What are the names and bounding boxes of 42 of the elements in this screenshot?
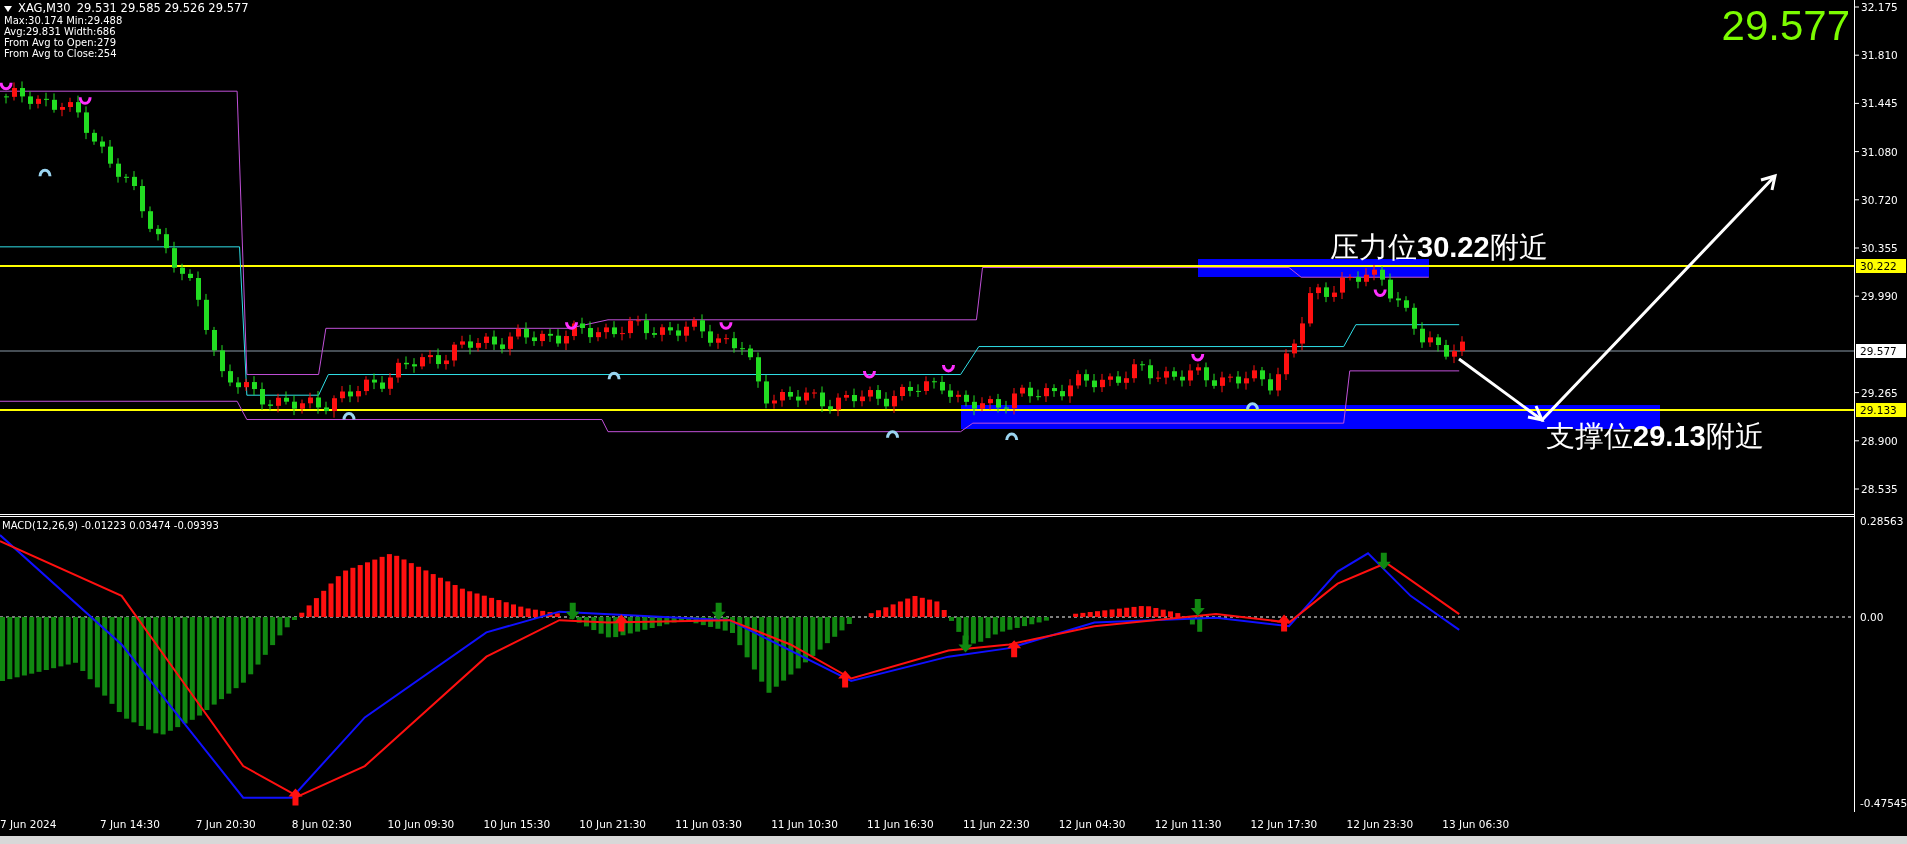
time-label: 11 Jun 22:30 (961, 817, 1031, 832)
macd-tick-label: 0.00 (1860, 611, 1884, 623)
price-marker: 29.133 (1856, 403, 1906, 417)
time-label: 7 Jun 14:30 (98, 817, 161, 832)
support-annotation: 支撑位29.13附近 (1546, 418, 1764, 455)
current-price: 29.577 (1721, 2, 1850, 50)
price-tick-label: 29.990 (1861, 290, 1898, 303)
resistance-annotation: 压力位30.22附近 (1330, 229, 1548, 266)
price-tick-label: 30.355 (1861, 242, 1898, 254)
macd-tick-label: 0.28563 (1860, 517, 1904, 527)
symbol-label: XAG,M30 (18, 2, 71, 15)
time-label: 7 Jun 2024 (0, 817, 58, 832)
stats-line: Avg:29.831 Width:686 (4, 26, 117, 37)
time-label: 10 Jun 09:30 (386, 817, 456, 832)
time-label: 12 Jun 23:30 (1345, 817, 1415, 832)
time-label: 12 Jun 17:30 (1249, 817, 1319, 832)
ohlc-quote: 29.531 29.585 29.526 29.577 (76, 2, 249, 15)
price-marker: 29.577 (1856, 344, 1906, 358)
time-label: 11 Jun 03:30 (674, 817, 743, 832)
stats-line: Max:30.174 Min:29.488 (4, 15, 124, 26)
time-label: 7 Jun 20:30 (194, 817, 257, 832)
time-label: 11 Jun 16:30 (866, 817, 935, 832)
time-label: 10 Jun 21:30 (578, 817, 648, 832)
time-label: 12 Jun 04:30 (1057, 817, 1127, 832)
stats-line: From Avg to Close:254 (4, 48, 118, 59)
price-marker: 30.222 (1856, 259, 1906, 273)
time-label: 8 Jun 02:30 (290, 817, 353, 832)
time-label: 10 Jun 15:30 (482, 817, 552, 832)
macd-label: MACD(12,26,9) -0.01223 0.03474 -0.09393 (2, 520, 219, 531)
price-tick-label: 31.445 (1861, 97, 1898, 110)
macd-tick-label: -0.47545 (1860, 797, 1907, 809)
price-tick-label: 28.900 (1861, 434, 1898, 447)
price-tick-label: 31.810 (1861, 49, 1898, 62)
time-label: 11 Jun 10:30 (770, 817, 839, 832)
stats-line: From Avg to Open:279 (4, 37, 118, 48)
price-tick-label: 29.265 (1861, 386, 1898, 399)
price-tick-label: 32.175 (1861, 1, 1898, 13)
price-tick-label: 31.080 (1861, 145, 1898, 158)
price-tick-label: 28.535 (1861, 483, 1898, 495)
time-label: 12 Jun 11:30 (1153, 817, 1223, 832)
price-tick-label: 30.720 (1861, 193, 1898, 206)
time-label: 13 Jun 06:30 (1441, 817, 1511, 832)
